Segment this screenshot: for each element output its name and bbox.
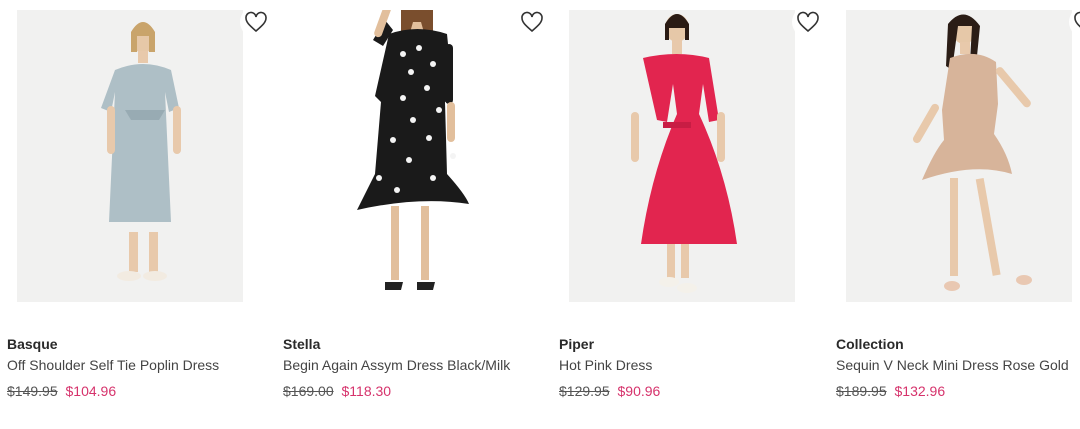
- product-brand[interactable]: Piper: [559, 336, 594, 352]
- product-brand[interactable]: Stella: [283, 336, 320, 352]
- product-image[interactable]: [293, 10, 519, 302]
- product-image[interactable]: [569, 10, 795, 302]
- heart-outline-icon: [797, 11, 819, 33]
- wishlist-button[interactable]: [516, 6, 548, 38]
- product-card[interactable]: Stella Begin Again Assym Dress Black/Mil…: [283, 0, 548, 429]
- original-price: $169.00: [283, 383, 334, 399]
- product-name[interactable]: Begin Again Assym Dress Black/Milk: [283, 357, 510, 373]
- product-price: $169.00 $118.30: [283, 383, 391, 399]
- sale-price: $90.96: [617, 383, 661, 399]
- product-name[interactable]: Sequin V Neck Mini Dress Rose Gold: [836, 357, 1069, 373]
- product-brand[interactable]: Collection: [836, 336, 904, 352]
- wishlist-button[interactable]: [792, 6, 824, 38]
- product-card[interactable]: Piper Hot Pink Dress $129.95 $90.96: [559, 0, 824, 429]
- product-card[interactable]: Collection Sequin V Neck Mini Dress Rose…: [836, 0, 1080, 429]
- sale-price: $118.30: [341, 383, 392, 399]
- heart-outline-icon: [1074, 11, 1080, 28]
- product-image[interactable]: [17, 10, 243, 302]
- sale-price: $132.96: [894, 383, 946, 399]
- product-grid: Basque Off Shoulder Self Tie Poplin Dres…: [0, 0, 1080, 429]
- heart-outline-icon: [245, 11, 267, 33]
- sale-price: $104.96: [65, 383, 117, 399]
- product-name[interactable]: Hot Pink Dress: [559, 357, 652, 373]
- original-price: $149.95: [7, 383, 58, 399]
- product-price: $149.95 $104.96: [7, 383, 116, 399]
- product-price: $189.95 $132.96: [836, 383, 945, 399]
- product-card[interactable]: Basque Off Shoulder Self Tie Poplin Dres…: [7, 0, 272, 429]
- original-price: $129.95: [559, 383, 610, 399]
- product-brand[interactable]: Basque: [7, 336, 58, 352]
- product-image[interactable]: [846, 10, 1072, 302]
- product-price: $129.95 $90.96: [559, 383, 660, 399]
- wishlist-button[interactable]: [240, 6, 272, 38]
- original-price: $189.95: [836, 383, 887, 399]
- heart-outline-icon: [521, 11, 543, 33]
- product-name[interactable]: Off Shoulder Self Tie Poplin Dress: [7, 357, 219, 373]
